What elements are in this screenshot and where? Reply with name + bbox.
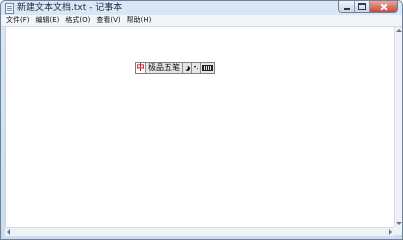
menu-edit[interactable]: 编辑(E) (33, 15, 63, 26)
menu-file[interactable]: 文件(F) (1, 15, 33, 26)
maximize-button[interactable] (355, 1, 370, 12)
vertical-scrollbar[interactable] (394, 27, 402, 227)
horizontal-scrollbar[interactable] (5, 227, 394, 236)
scroll-down-icon[interactable] (396, 222, 402, 225)
ime-toolbar[interactable]: 中 极品五笔 •, (135, 62, 215, 74)
punctuation-toggle[interactable]: •, (192, 63, 201, 73)
minimize-icon (343, 7, 350, 10)
scroll-up-icon[interactable] (396, 29, 402, 32)
menu-bar: 文件(F) 编辑(E) 格式(O) 查看(V) 帮助(H) (1, 15, 402, 27)
half-width-moon-icon (184, 65, 190, 71)
minimize-button[interactable] (339, 1, 355, 12)
notepad-icon[interactable] (5, 3, 14, 14)
maximize-icon (358, 3, 366, 10)
window-controls (338, 1, 398, 13)
ime-logo-icon[interactable]: 中 (136, 63, 146, 73)
half-width-toggle[interactable] (183, 63, 192, 73)
notepad-window: 新建文本文档.txt - 记事本 文件(F) 编辑(E) 格式(O) 查看(V)… (0, 0, 403, 240)
size-grip[interactable] (394, 227, 402, 235)
ime-name-label[interactable]: 极品五笔 (146, 63, 183, 73)
scroll-left-icon[interactable] (7, 229, 10, 235)
scroll-right-icon[interactable] (389, 229, 392, 235)
window-title: 新建文本文档.txt - 记事本 (17, 3, 123, 13)
title-bar[interactable]: 新建文本文档.txt - 记事本 (1, 1, 402, 15)
text-editor-area[interactable] (5, 27, 395, 227)
menu-help[interactable]: 帮助(H) (124, 15, 155, 26)
close-button[interactable] (370, 1, 397, 12)
soft-keyboard-icon (202, 65, 213, 71)
close-icon (380, 3, 388, 11)
soft-keyboard-button[interactable] (201, 63, 214, 73)
menu-format[interactable]: 格式(O) (62, 15, 93, 26)
menu-view[interactable]: 查看(V) (93, 15, 123, 26)
